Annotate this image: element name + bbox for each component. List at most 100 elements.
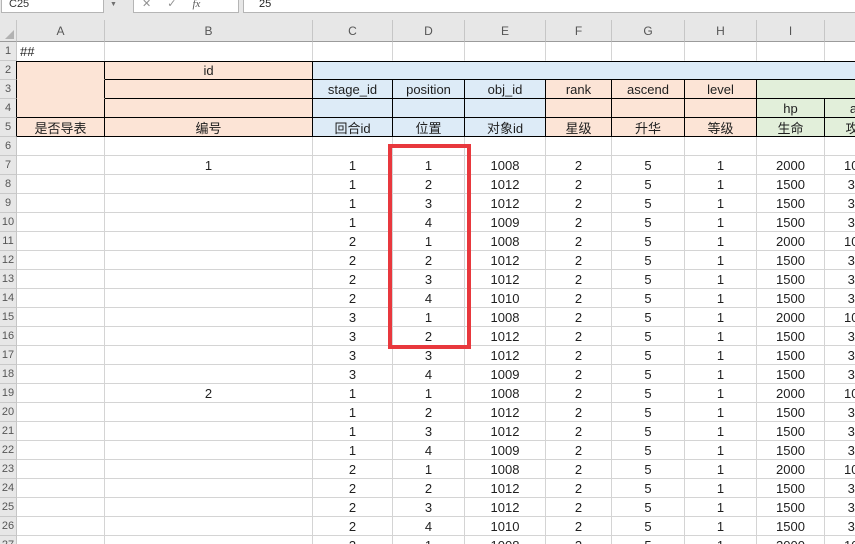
cell-I7[interactable]: 2000 [757,156,825,175]
cell-I27[interactable]: 2000 [757,536,825,544]
cell-E1[interactable] [465,42,546,61]
cell-B13[interactable] [105,270,313,289]
cell-J16[interactable]: 300 [825,327,855,346]
cell-B21[interactable] [105,422,313,441]
cell-G9[interactable]: 5 [612,194,685,213]
col-header-I[interactable]: I [757,20,825,42]
cell-A13[interactable] [17,270,105,289]
row-number[interactable]: 27 [0,536,17,544]
cell-B18[interactable] [105,365,313,384]
cell-H25[interactable]: 1 [685,498,757,517]
cell-H18[interactable]: 1 [685,365,757,384]
row-number[interactable]: 5 [0,118,17,137]
cell-E10[interactable]: 1009 [465,213,546,232]
cell-I14[interactable]: 1500 [757,289,825,308]
cell-C13[interactable]: 2 [313,270,393,289]
cell-H5-level[interactable]: 等级 [685,118,757,137]
cell-H15[interactable]: 1 [685,308,757,327]
cell-J26[interactable]: 300 [825,517,855,536]
cell-D13[interactable]: 3 [393,270,465,289]
row-number[interactable]: 11 [0,232,17,251]
cell-J1[interactable] [825,42,855,61]
row-number[interactable]: 16 [0,327,17,346]
cell-G18[interactable]: 5 [612,365,685,384]
cell-C16[interactable]: 3 [313,327,393,346]
select-all-corner[interactable] [0,20,17,42]
row-number[interactable]: 4 [0,99,17,118]
cell-A7[interactable] [17,156,105,175]
cell-A20[interactable] [17,403,105,422]
cell-H16[interactable]: 1 [685,327,757,346]
cell-H21[interactable]: 1 [685,422,757,441]
cell-A14[interactable] [17,289,105,308]
cell-I8[interactable]: 1500 [757,175,825,194]
col-header-G[interactable]: G [612,20,685,42]
row-number[interactable]: 18 [0,365,17,384]
cell-I20[interactable]: 1500 [757,403,825,422]
cell-D6[interactable] [393,137,465,156]
cell-C23[interactable]: 2 [313,460,393,479]
cell-G19[interactable]: 5 [612,384,685,403]
cell-A27[interactable] [17,536,105,544]
cell-H6[interactable] [685,137,757,156]
cell-E23[interactable]: 1008 [465,460,546,479]
cell-B22[interactable] [105,441,313,460]
row-number[interactable]: 10 [0,213,17,232]
cell-C10[interactable]: 1 [313,213,393,232]
cell-A12[interactable] [17,251,105,270]
cell-E16[interactable]: 1012 [465,327,546,346]
cell-B14[interactable] [105,289,313,308]
cell-E8[interactable]: 1012 [465,175,546,194]
cell-I6[interactable] [757,137,825,156]
cell-G10[interactable]: 5 [612,213,685,232]
row-number[interactable]: 25 [0,498,17,517]
col-header-H[interactable]: H [685,20,757,42]
cell-B23[interactable] [105,460,313,479]
cell-I21[interactable]: 1500 [757,422,825,441]
row-number[interactable]: 23 [0,460,17,479]
cell-C3-stage-id[interactable]: stage_id [313,80,393,99]
cell-A6[interactable] [17,137,105,156]
cell-E9[interactable]: 1012 [465,194,546,213]
col-header-E[interactable]: E [465,20,546,42]
cell-F8[interactable]: 2 [546,175,612,194]
cell-J18[interactable]: 300 [825,365,855,384]
cell-D19[interactable]: 1 [393,384,465,403]
cell-H14[interactable]: 1 [685,289,757,308]
cell-B1[interactable] [105,42,313,61]
cell-B26[interactable] [105,517,313,536]
cell-A16[interactable] [17,327,105,346]
cell-H13[interactable]: 1 [685,270,757,289]
cell-H20[interactable]: 1 [685,403,757,422]
row-number[interactable]: 9 [0,194,17,213]
cell-I15[interactable]: 2000 [757,308,825,327]
cell-E21[interactable]: 1012 [465,422,546,441]
col-header-F[interactable]: F [546,20,612,42]
cell-C17[interactable]: 3 [313,346,393,365]
cell-B7[interactable]: 1 [105,156,313,175]
cell-G27[interactable]: 5 [612,536,685,544]
cell-B3[interactable] [105,80,313,99]
cell-C19[interactable]: 1 [313,384,393,403]
row-number[interactable]: 14 [0,289,17,308]
cell-F19[interactable]: 2 [546,384,612,403]
cell-B8[interactable] [105,175,313,194]
cell-D5-position[interactable]: 位置 [393,118,465,137]
cell-F18[interactable]: 2 [546,365,612,384]
cell-H27[interactable]: 1 [685,536,757,544]
cell-E26[interactable]: 1010 [465,517,546,536]
cell-D12[interactable]: 2 [393,251,465,270]
cell-H9[interactable]: 1 [685,194,757,213]
cell-D27[interactable]: 1 [393,536,465,544]
col-header-J[interactable] [825,20,855,42]
cell-G5-ascend[interactable]: 升华 [612,118,685,137]
cell-H8[interactable]: 1 [685,175,757,194]
cell-J6[interactable] [825,137,855,156]
cell-F7[interactable]: 2 [546,156,612,175]
row-number[interactable]: 1 [0,42,17,61]
cell-C8[interactable]: 1 [313,175,393,194]
cell-H3-level[interactable]: level [685,80,757,99]
cell-I24[interactable]: 1500 [757,479,825,498]
cell-A26[interactable] [17,517,105,536]
row-number[interactable]: 6 [0,137,17,156]
